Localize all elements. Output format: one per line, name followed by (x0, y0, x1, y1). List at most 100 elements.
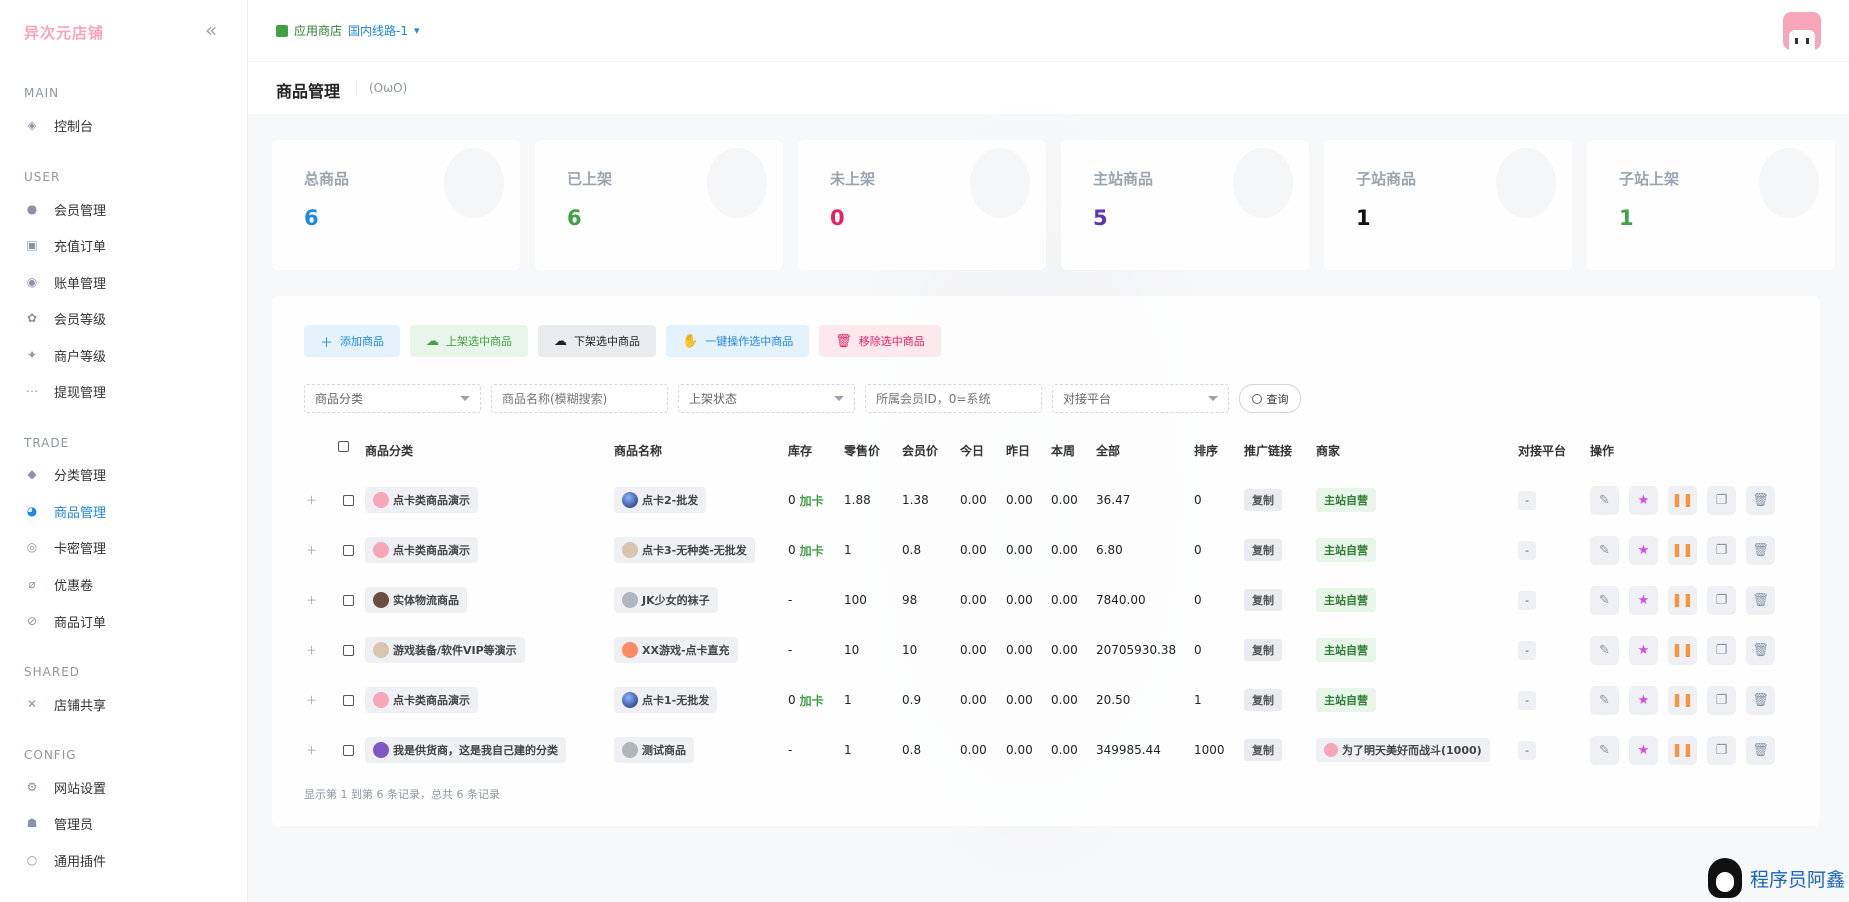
edit-icon[interactable]: ✎ (1590, 535, 1619, 565)
category-tag[interactable]: 我是供货商，这是我自己建的分类 (365, 737, 566, 763)
sidebar-item-recharge[interactable]: ▣ 充值订单 (24, 234, 106, 256)
star-icon[interactable]: ★ (1629, 685, 1658, 715)
copy-link-button[interactable]: 复制 (1244, 589, 1282, 611)
delete-icon[interactable]: 🗑 (1746, 635, 1775, 665)
goods-name-tag[interactable]: 点卡2-批发 (614, 487, 707, 513)
list-selected-button[interactable]: ☁ 上架选中商品 (410, 325, 529, 357)
sidebar-item-withdraw[interactable]: ⋯ 提现管理 (24, 380, 106, 402)
add-card-link[interactable]: 加卡 (800, 492, 824, 509)
edit-icon[interactable]: ✎ (1590, 685, 1619, 715)
batch-operate-button[interactable]: ✋ 一键操作选中商品 (666, 325, 810, 357)
goods-name-tag[interactable]: 测试商品 (614, 737, 694, 763)
row-checkbox[interactable] (343, 744, 354, 756)
copy-link-button[interactable]: 复制 (1244, 489, 1282, 511)
goods-name-tag[interactable]: XX游戏-点卡直充 (614, 637, 738, 663)
category-select[interactable]: 商品分类 (304, 384, 481, 413)
collapse-sidebar-icon[interactable]: « (205, 18, 217, 42)
expand-row-icon[interactable]: ＋ (306, 592, 317, 608)
brand-logo[interactable]: 异次元店铺 (24, 22, 104, 43)
sidebar-item-admin[interactable]: ☗ 管理员 (24, 812, 93, 834)
expand-row-icon[interactable]: ＋ (306, 642, 317, 658)
sidebar-item-plugins[interactable]: ○ 通用插件 (24, 849, 106, 871)
delete-icon[interactable]: 🗑 (1746, 735, 1775, 765)
expand-row-icon[interactable]: ＋ (306, 542, 317, 558)
goods-name-tag[interactable]: 点卡3-无种类-无批发 (614, 537, 755, 563)
category-tag[interactable]: 点卡类商品演示 (365, 487, 478, 513)
sidebar-item-coupon[interactable]: ⌀ 优惠卷 (24, 573, 93, 595)
row-checkbox[interactable] (343, 594, 354, 606)
sidebar-item-settings[interactable]: ⚙ 网站设置 (24, 776, 106, 798)
copy-link-button[interactable]: 复制 (1244, 639, 1282, 661)
store-switch[interactable]: 应用商店 国内线路-1 ▾ (276, 22, 420, 39)
user-avatar[interactable] (1783, 12, 1821, 50)
star-icon[interactable]: ★ (1629, 735, 1658, 765)
expand-row-icon[interactable]: ＋ (306, 492, 317, 508)
expand-row-icon[interactable]: ＋ (306, 692, 317, 708)
star-icon[interactable]: ★ (1629, 635, 1658, 665)
edit-icon[interactable]: ✎ (1590, 635, 1619, 665)
row-checkbox[interactable] (343, 494, 354, 506)
edit-icon[interactable]: ✎ (1590, 585, 1619, 615)
sidebar-item-dashboard[interactable]: ◈ 控制台 (24, 114, 93, 136)
pause-icon[interactable]: ❚❚ (1668, 585, 1697, 615)
category-tag[interactable]: 实体物流商品 (365, 587, 467, 613)
remove-selected-button[interactable]: 🗑 移除选中商品 (819, 325, 941, 357)
add-goods-button[interactable]: ＋ 添加商品 (304, 325, 401, 357)
copy-icon[interactable]: ❐ (1707, 685, 1736, 715)
sidebar-item-cards[interactable]: ◎ 卡密管理 (24, 536, 106, 558)
copy-link-button[interactable]: 复制 (1244, 739, 1282, 761)
copy-icon[interactable]: ❐ (1707, 585, 1736, 615)
status-select[interactable]: 上架状态 (678, 384, 855, 413)
edit-icon[interactable]: ✎ (1590, 735, 1619, 765)
member-id-input[interactable] (876, 391, 1031, 406)
sidebar-item-category[interactable]: ◆ 分类管理 (24, 463, 106, 485)
pause-icon[interactable]: ❚❚ (1668, 535, 1697, 565)
row-checkbox[interactable] (343, 544, 354, 556)
copy-icon[interactable]: ❐ (1707, 635, 1736, 665)
goods-name-tag[interactable]: JK少女的袜子 (614, 587, 718, 613)
expand-row-icon[interactable]: ＋ (306, 742, 317, 758)
star-icon[interactable]: ★ (1629, 585, 1658, 615)
name-search-input[interactable] (502, 391, 657, 406)
name-search-input-wrap[interactable] (491, 384, 668, 413)
sidebar-item-member-level[interactable]: ✿ 会员等级 (24, 307, 106, 329)
add-card-link[interactable]: 加卡 (800, 542, 824, 559)
copy-link-button[interactable]: 复制 (1244, 539, 1282, 561)
delete-icon[interactable]: 🗑 (1746, 485, 1775, 515)
copy-icon[interactable]: ❐ (1707, 535, 1736, 565)
platform-select[interactable]: 对接平台 (1052, 384, 1229, 413)
merchant-user-badge[interactable]: 为了明天美好而战斗(1000) (1316, 738, 1490, 762)
sidebar-item-bills[interactable]: ◉ 账单管理 (24, 271, 106, 293)
select-all-checkbox[interactable] (338, 441, 349, 455)
row-checkbox[interactable] (343, 644, 354, 656)
sidebar-item-share[interactable]: ✕ 店铺共享 (24, 693, 106, 715)
search-button[interactable]: 查询 (1239, 384, 1301, 413)
row-checkbox[interactable] (343, 694, 354, 706)
star-icon[interactable]: ★ (1629, 485, 1658, 515)
category-tag[interactable]: 点卡类商品演示 (365, 687, 478, 713)
sidebar-item-members[interactable]: ● 会员管理 (24, 198, 106, 220)
sidebar-item-orders[interactable]: ⊘ 商品订单 (24, 610, 106, 632)
delete-icon[interactable]: 🗑 (1746, 585, 1775, 615)
category-tag[interactable]: 游戏装备/软件VIP等演示 (365, 637, 525, 663)
delete-icon[interactable]: 🗑 (1746, 685, 1775, 715)
pause-icon[interactable]: ❚❚ (1668, 685, 1697, 715)
add-card-link[interactable]: 加卡 (800, 692, 824, 709)
pause-icon[interactable]: ❚❚ (1668, 735, 1697, 765)
goods-name-tag[interactable]: 点卡1-无批发 (614, 687, 718, 713)
pause-icon[interactable]: ❚❚ (1668, 635, 1697, 665)
delete-icon[interactable]: 🗑 (1746, 535, 1775, 565)
watermark: 程序员阿鑫 (1707, 858, 1845, 898)
edit-icon[interactable]: ✎ (1590, 485, 1619, 515)
member-id-input-wrap[interactable] (865, 384, 1042, 413)
sidebar-item-merchant-level[interactable]: ✦ 商户等级 (24, 344, 106, 366)
copy-icon[interactable]: ❐ (1707, 485, 1736, 515)
copy-link-button[interactable]: 复制 (1244, 689, 1282, 711)
unlist-selected-button[interactable]: ☁ 下架选中商品 (538, 325, 657, 357)
pause-icon[interactable]: ❚❚ (1668, 485, 1697, 515)
week-sales: 0.00 (1051, 543, 1078, 557)
category-tag[interactable]: 点卡类商品演示 (365, 537, 478, 563)
copy-icon[interactable]: ❐ (1707, 735, 1736, 765)
sidebar-item-goods[interactable]: ◕ 商品管理 (24, 500, 106, 522)
star-icon[interactable]: ★ (1629, 535, 1658, 565)
